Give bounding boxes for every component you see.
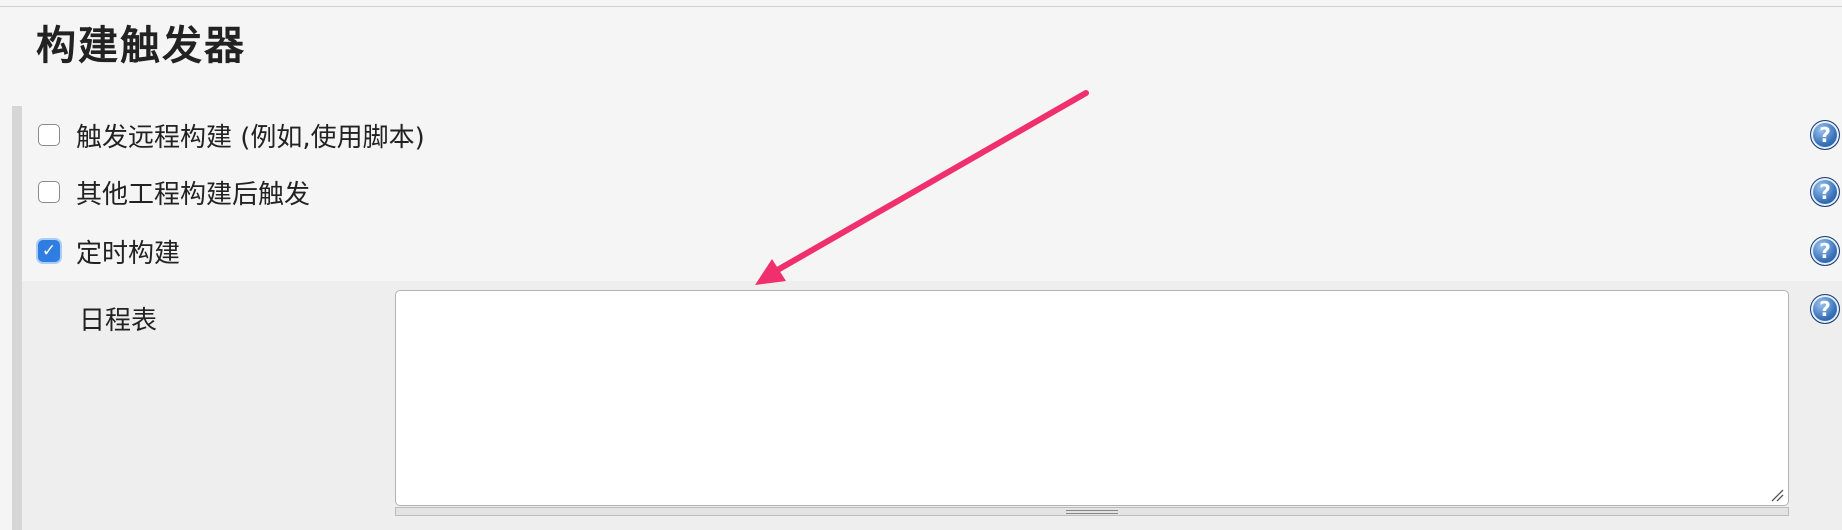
textarea-resize-grip-icon[interactable] xyxy=(1770,488,1784,502)
trigger-after-other-projects-label: 其他工程构建后触发 xyxy=(76,179,311,210)
schedule-label: 日程表 xyxy=(79,306,158,336)
help-icon[interactable]: ? xyxy=(1810,177,1840,207)
trigger-periodic-build-checkbox[interactable]: ✓ xyxy=(38,240,60,262)
textarea-resize-bar[interactable] xyxy=(395,507,1789,516)
trigger-periodic-build-row: ✓ 定时构建 xyxy=(38,233,180,269)
section-left-bar xyxy=(12,106,22,530)
schedule-textarea[interactable] xyxy=(395,290,1789,506)
trigger-remote-build-row: 触发远程构建 (例如,使用脚本) xyxy=(38,117,425,153)
help-icon[interactable]: ? xyxy=(1810,236,1840,266)
resize-handle-icon xyxy=(1066,510,1118,514)
checkmark-icon: ✓ xyxy=(41,240,57,261)
trigger-after-other-projects-row: 其他工程构建后触发 xyxy=(38,174,310,210)
trigger-remote-build-checkbox[interactable] xyxy=(38,124,60,146)
trigger-after-other-projects-checkbox[interactable] xyxy=(38,181,60,203)
section-title: 构建触发器 xyxy=(36,23,246,69)
top-divider xyxy=(0,6,1842,7)
help-icon[interactable]: ? xyxy=(1810,294,1840,324)
trigger-periodic-build-label: 定时构建 xyxy=(76,238,181,269)
help-icon[interactable]: ? xyxy=(1810,120,1840,150)
trigger-remote-build-label: 触发远程构建 (例如,使用脚本) xyxy=(76,122,425,153)
